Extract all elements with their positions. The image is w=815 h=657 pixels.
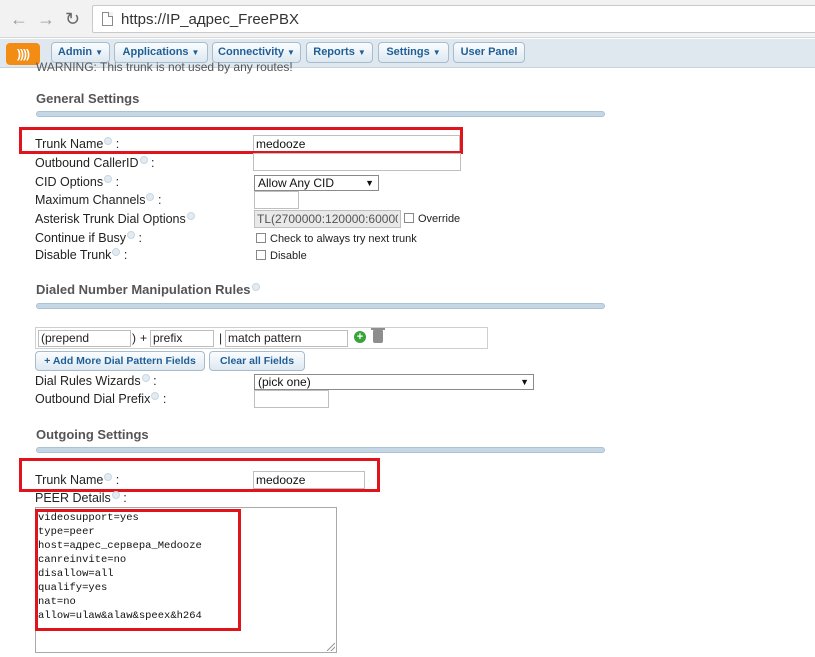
chevron-down-icon: ▼ — [191, 48, 200, 57]
cid-options-select[interactable]: Allow Any CID ▼ — [254, 175, 379, 191]
help-icon[interactable] — [112, 248, 121, 256]
override-checkbox-row[interactable]: Override — [404, 213, 460, 225]
dropdown-arrow-icon: ▼ — [520, 377, 529, 387]
menu-user-panel[interactable]: User Panel — [453, 42, 525, 63]
help-icon[interactable] — [139, 156, 148, 164]
outbound-callerid-label: Outbound CallerID : — [35, 156, 155, 170]
outgoing-settings-title: Outgoing Settings — [36, 427, 149, 442]
chevron-down-icon: ▼ — [95, 48, 104, 57]
add-more-dial-pattern-button[interactable]: + Add More Dial Pattern Fields — [35, 351, 205, 371]
add-icon[interactable]: + — [354, 331, 366, 343]
dropdown-arrow-icon: ▼ — [365, 178, 374, 188]
freepbx-logo[interactable]: )))) — [6, 43, 40, 65]
dial-rules-wizards-label: Dial Rules Wizards : — [35, 374, 157, 388]
help-icon[interactable] — [141, 374, 150, 382]
address-bar[interactable]: https://IP_адрес_FreePBX — [92, 5, 815, 33]
match-pattern-input[interactable]: match pattern — [225, 330, 348, 347]
section-divider — [36, 111, 605, 117]
dial-rules-wizards-select[interactable]: (pick one) ▼ — [254, 374, 534, 390]
route-warning: WARNING: This trunk is not used by any r… — [36, 60, 293, 74]
help-icon[interactable] — [111, 491, 120, 499]
continue-busy-checkbox[interactable] — [256, 233, 266, 243]
continue-busy-label: Continue if Busy : — [35, 231, 142, 245]
help-icon[interactable] — [127, 231, 136, 239]
override-checkbox[interactable] — [404, 213, 414, 223]
url-text[interactable]: https://IP_адрес_FreePBX — [121, 11, 299, 28]
help-icon[interactable] — [186, 212, 195, 220]
trash-icon[interactable] — [371, 328, 385, 343]
outbound-dial-prefix-label: Outbound Dial Prefix : — [35, 392, 167, 406]
prepend-input[interactable]: (prepend — [38, 330, 131, 347]
max-channels-input[interactable] — [254, 191, 299, 209]
outbound-dial-prefix-input[interactable] — [254, 390, 329, 408]
help-icon[interactable] — [251, 283, 260, 291]
disable-trunk-label: Disable Trunk : — [35, 248, 128, 262]
back-arrow-icon[interactable]: ← — [10, 9, 28, 29]
help-icon[interactable] — [146, 193, 155, 201]
clear-all-fields-button[interactable]: Clear all Fields — [209, 351, 305, 371]
chevron-down-icon: ▼ — [357, 48, 366, 57]
plus-sign: + — [140, 331, 148, 345]
close-paren: ) — [132, 331, 136, 345]
highlight-trunk-name — [19, 127, 463, 154]
general-settings-title: General Settings — [36, 91, 140, 106]
dial-options-label: Asterisk Trunk Dial Options — [35, 212, 195, 226]
dialed-rules-title: Dialed Number Manipulation Rules — [36, 282, 260, 297]
chevron-down-icon: ▼ — [287, 48, 295, 57]
prefix-input[interactable]: prefix — [150, 330, 214, 347]
highlight-peer-details — [35, 509, 241, 631]
continue-busy-checkbox-row[interactable]: Check to always try next trunk — [256, 233, 417, 245]
disable-trunk-checkbox-row[interactable]: Disable — [256, 250, 307, 262]
dial-pattern-row: (prepend ) + prefix | match pattern + — [35, 327, 488, 349]
help-icon[interactable] — [151, 392, 160, 400]
menu-reports[interactable]: Reports ▼ — [306, 42, 373, 63]
highlight-outgoing-trunk-name — [19, 458, 380, 492]
dial-options-input[interactable] — [254, 210, 401, 228]
browser-toolbar: ← → ↻ https://IP_адрес_FreePBX — [0, 0, 815, 38]
forward-arrow-icon[interactable]: → — [37, 9, 55, 29]
disable-trunk-checkbox[interactable] — [256, 250, 266, 260]
reload-icon[interactable]: ↻ — [65, 9, 80, 29]
pipe-separator: | — [219, 331, 223, 345]
peer-details-label: PEER Details : — [35, 491, 127, 505]
outbound-callerid-input[interactable] — [253, 153, 461, 171]
trunk-form: WARNING: This trunk is not used by any r… — [0, 60, 815, 657]
page-icon — [102, 12, 113, 26]
section-divider — [36, 447, 605, 453]
menu-settings[interactable]: Settings ▼ — [378, 42, 449, 63]
help-icon[interactable] — [104, 175, 113, 183]
resize-grip-icon[interactable] — [327, 643, 335, 651]
chevron-down-icon: ▼ — [432, 48, 441, 57]
max-channels-label: Maximum Channels : — [35, 193, 162, 207]
cid-options-label: CID Options : — [35, 175, 120, 189]
section-divider — [36, 303, 605, 309]
